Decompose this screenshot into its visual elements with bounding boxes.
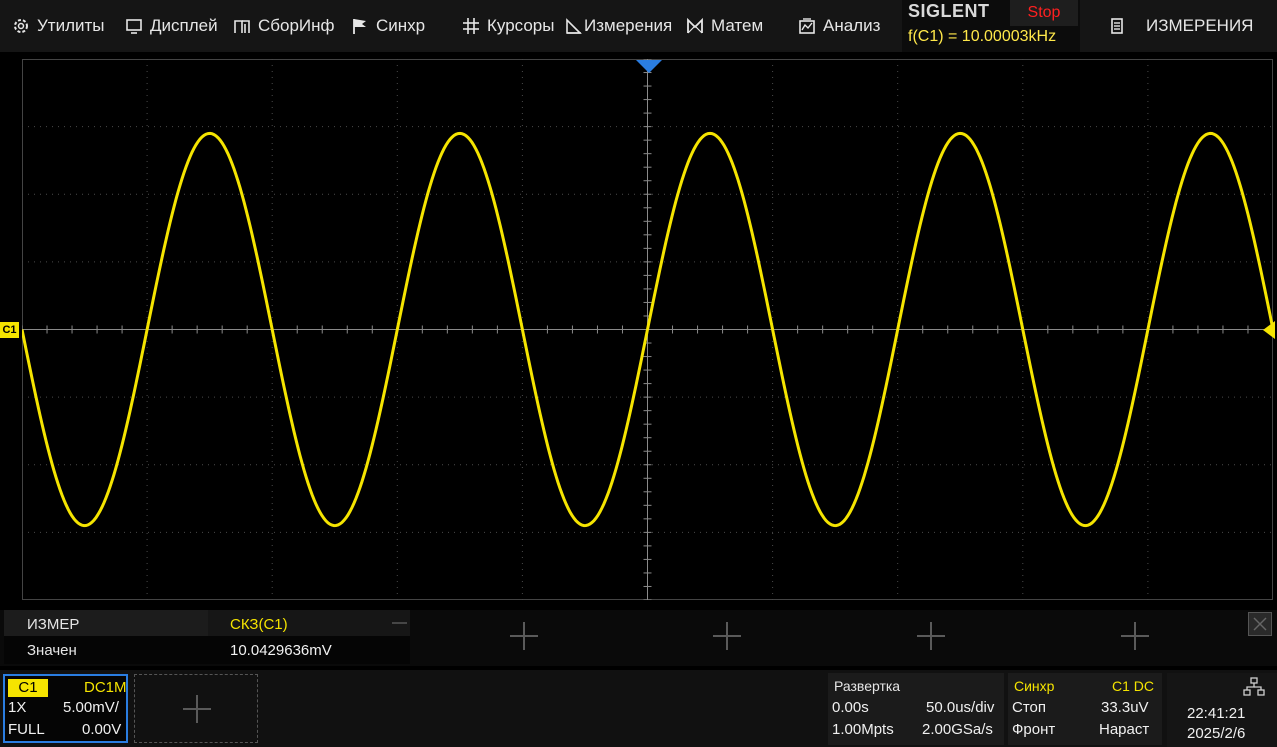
waveform-grid [22,59,1273,600]
timebase-delay: 0.00s [832,699,869,716]
menu-analysis[interactable]: Анализ [798,0,880,52]
menu-acquire-label: СборИнф [258,16,335,35]
trigger-slope: Нараст [1099,721,1150,738]
timebase-panel[interactable]: Развертка 0.00s 50.0us/div 1.00Mpts 2.00… [828,673,1004,745]
menu-trigger-label: Синхр [376,16,426,35]
channel-1-info[interactable]: C1 DC1M 1X 5.00mV/ FULL 0.00V [3,674,128,743]
add-measurement-slot-4[interactable] [1121,622,1149,650]
trigger-mode: Стоп [1012,699,1046,716]
menu-acquire[interactable]: СборИнф [233,0,335,52]
channel-offset-marker[interactable]: C1 [0,322,19,338]
channel-1-name: C1 [8,679,48,697]
run-stop-indicator[interactable]: Stop [1010,0,1078,26]
trigger-source: C1 DC [1112,678,1155,694]
menu-math-label: Матем [711,16,764,35]
trigger-position-marker[interactable] [636,60,662,73]
menu-measure[interactable]: Измерения [565,0,672,52]
measurement-value: 10.0429636mV [230,642,332,659]
timebase-sample-rate: 2.00GSa/s [922,721,993,738]
measurement-value-label: Значен [27,642,77,659]
measurement-header-label: ИЗМЕР [27,616,80,633]
menu-utilities[interactable]: Утилиты [12,0,105,52]
trigger-level-marker[interactable] [1263,321,1275,339]
trigger-type: Фронт [1012,721,1056,738]
siglent-logo: SIGLENT [908,1,990,21]
menu-display[interactable]: Дисплей [125,0,218,52]
menu-analysis-label: Анализ [823,16,881,35]
math-icon [687,17,703,34]
add-measurement-slot-1[interactable] [510,622,538,650]
trigger-title: Синхр [1014,678,1055,694]
menu-utilities-label: Утилиты [37,16,105,35]
channel-offset: 0.00V [82,721,122,738]
measurement-param[interactable]: СКЗ(C1) [230,616,288,633]
channel-scale: 5.00mV/ [63,699,119,716]
channel-coupling: DC1M [84,679,127,696]
list-icon [1111,18,1123,34]
acquire-icon [234,20,250,33]
add-channel-icon [183,695,211,723]
timebase-title: Развертка [834,678,901,694]
menu-cursors-label: Курсоры [487,16,555,35]
trigger-panel[interactable]: Синхр C1 DC Стоп 33.3uV Фронт Нараст [1008,673,1162,745]
frequency-readout: f(C1) = 10.00003kHz [908,28,1057,45]
cursor-grid-icon [463,18,479,34]
menu-display-label: Дисплей [150,16,218,35]
ruler-icon [566,18,582,34]
clock-date: 2025/2/6 [1187,725,1246,742]
menu-trigger[interactable]: Синхр [351,0,425,52]
trigger-level: 33.3uV [1101,699,1149,716]
clock-time: 22:41:21 [1187,705,1246,722]
measurement-collapse-icon[interactable]: — [392,614,407,631]
flag-icon [353,19,366,34]
menu-right-measure-label: ИЗМЕРЕНИЯ [1146,16,1254,35]
analysis-icon [799,18,815,34]
add-channel-slot[interactable] [134,674,258,743]
timebase-memory: 1.00Mpts [832,721,894,738]
channel-probe: 1X [8,699,27,716]
add-measurement-slot-3[interactable] [917,622,945,650]
gear-icon [14,19,28,33]
monitor-icon [126,19,142,34]
add-measurement-slot-2[interactable] [713,622,741,650]
menu-cursors[interactable]: Курсоры [462,0,555,52]
menu-measure-label: Измерения [584,16,673,35]
menu-right-measure[interactable]: ИЗМЕРЕНИЯ [1108,0,1253,52]
clock-panel: 22:41:21 2025/2/6 [1167,673,1277,747]
menu-math[interactable]: Матем [686,0,763,52]
timebase-scale: 50.0us/div [926,699,995,716]
close-measurement-icon[interactable] [1248,612,1272,636]
channel-bandwidth: FULL [8,721,45,738]
network-icon[interactable] [1243,677,1265,697]
